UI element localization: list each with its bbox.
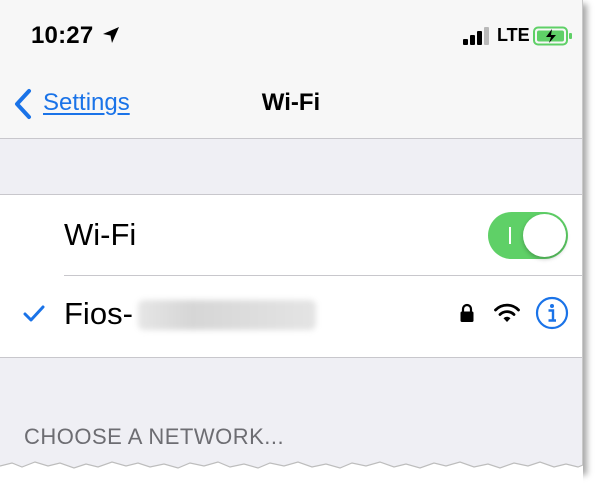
navigation-bar: Settings Wi-Fi [0,68,582,139]
network-name: Fios- [64,296,133,331]
info-icon[interactable] [535,296,569,330]
cellular-signal-icon [463,27,489,45]
obscured-network-name [138,300,316,330]
wifi-toggle-row: Wi-Fi [0,195,582,275]
choose-network-header: CHOOSE A NETWORK... [24,424,285,449]
wifi-settings-group: Wi-Fi Fios- [0,194,582,358]
connected-network-row[interactable]: Fios- [0,276,582,356]
network-type-label: LTE [497,25,530,45]
wifi-label: Wi-Fi [64,217,137,252]
location-arrow-icon [103,27,119,43]
status-time: 10:27 [31,22,94,49]
lock-icon [460,303,474,322]
page-title: Wi-Fi [261,89,321,116]
status-bar: 10:27 LTE [0,0,582,68]
toggle-on-mark [509,227,511,244]
wifi-toggle-switch[interactable] [488,212,568,259]
settings-screen: 10:27 LTE Settings Wi-Fi Wi-Fi Fios- CHO… [0,0,583,471]
battery-charging-icon [533,26,572,46]
checkmark-icon [23,305,45,322]
torn-edge-decoration [0,461,584,498]
toggle-knob [523,214,566,257]
wifi-signal-icon [494,303,520,322]
